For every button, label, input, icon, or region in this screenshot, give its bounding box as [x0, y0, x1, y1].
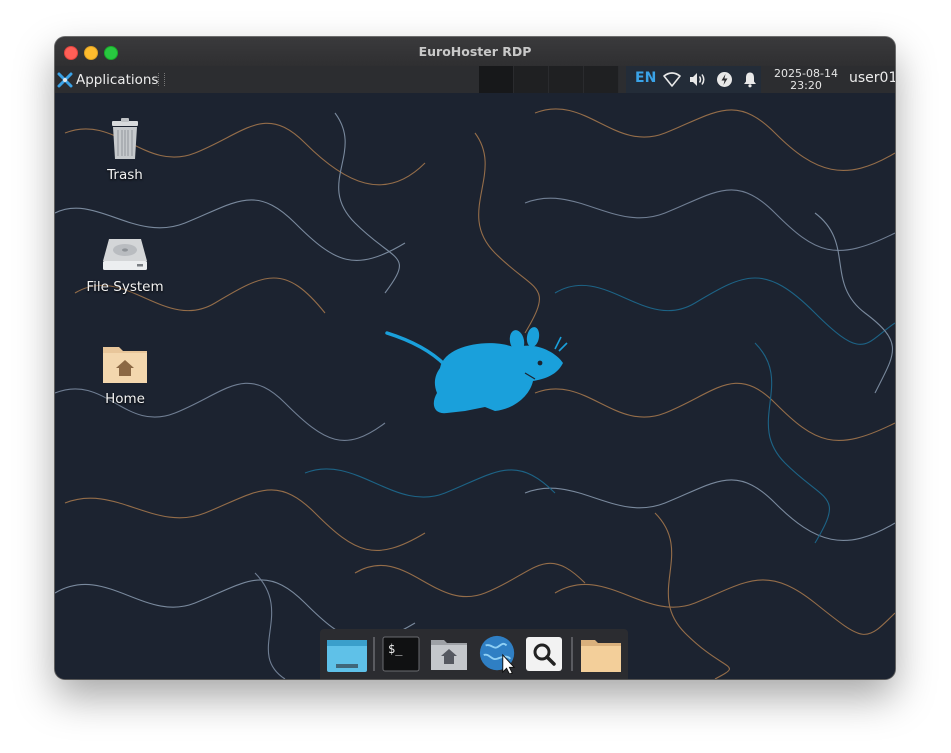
applications-label: Applications: [76, 71, 159, 88]
xfce-logo-icon: [57, 72, 73, 87]
home-folder-icon: [103, 347, 147, 383]
keyboard-layout-indicator[interactable]: EN: [635, 70, 656, 86]
bottom-dock: $_: [320, 629, 628, 679]
workspace-3[interactable]: [549, 66, 584, 93]
dock-separator: [373, 637, 375, 671]
remote-desktop-window: EuroHoster RDP Applications EN 2025-08-1…: [55, 37, 895, 679]
terminal-icon[interactable]: $_: [382, 634, 420, 674]
workspace-1[interactable]: [479, 66, 514, 93]
power-icon[interactable]: [716, 71, 733, 88]
file-manager-icon[interactable]: [429, 634, 469, 674]
desktop-icon-file-system[interactable]: File System: [70, 233, 180, 295]
workspace-2[interactable]: [514, 66, 549, 93]
desktop-icon-label: Home: [105, 391, 145, 407]
desktop-icon-label: File System: [86, 279, 164, 295]
workspace-switcher[interactable]: [479, 66, 619, 93]
notification-bell-icon[interactable]: [742, 71, 758, 88]
workspace-4[interactable]: [584, 66, 619, 93]
top-panel: Applications EN 2025-08-14 23:20 user01: [55, 66, 895, 93]
panel-separator-handle: [158, 73, 165, 86]
hard-drive-icon: [103, 239, 147, 270]
clock-date: 2025-08-14: [774, 66, 838, 80]
folder-icon[interactable]: [579, 634, 623, 674]
desktop-icon-label: Trash: [107, 167, 143, 183]
title-bar[interactable]: EuroHoster RDP: [55, 37, 895, 67]
window-title: EuroHoster RDP: [418, 44, 532, 59]
svg-text:$_: $_: [388, 642, 403, 656]
desktop-icon-home[interactable]: Home: [70, 343, 180, 407]
desktop-icon-trash[interactable]: Trash: [70, 117, 180, 183]
network-wifi-icon[interactable]: [663, 71, 681, 88]
volume-icon[interactable]: [689, 71, 707, 88]
show-desktop-icon[interactable]: [326, 634, 368, 674]
user-menu[interactable]: user01: [849, 70, 895, 86]
app-finder-icon[interactable]: [525, 634, 563, 674]
trash-icon: [112, 118, 138, 159]
applications-menu-button[interactable]: Applications: [57, 66, 158, 93]
web-browser-icon[interactable]: [477, 634, 519, 674]
clock-time: 23:20: [790, 78, 822, 92]
dock-separator: [571, 637, 573, 671]
xfce-mouse-logo: [385, 327, 568, 414]
panel-clock[interactable]: 2025-08-14 23:20: [768, 66, 844, 93]
desktop[interactable]: Trash File System Home $_: [55, 93, 895, 679]
